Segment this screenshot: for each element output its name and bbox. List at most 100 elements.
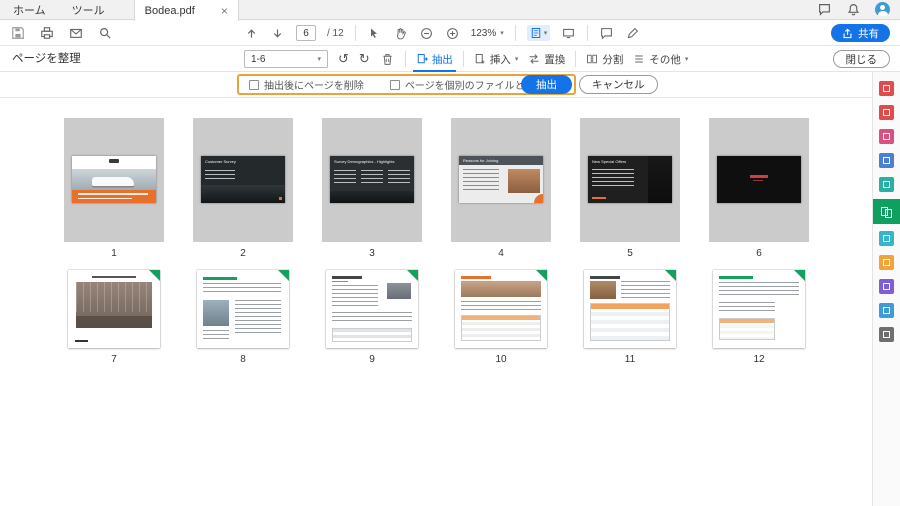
compress-pdf-tool-icon[interactable] — [879, 231, 894, 246]
glyph — [883, 331, 890, 338]
close-tab-icon[interactable]: × — [221, 5, 228, 17]
bell-icon[interactable] — [846, 3, 860, 17]
extract-options-bar: 抽出後にページを削除 ページを個別のファイルとして抽出 抽出 キャンセル — [0, 72, 872, 98]
display-settings-icon[interactable] — [561, 26, 576, 41]
prepare-form-tool-icon[interactable] — [879, 303, 894, 318]
tab-bar: ホーム ツール Bodea.pdf × — [0, 0, 900, 21]
rotate-right-icon[interactable]: ↻ — [359, 52, 370, 67]
select-tool-icon[interactable] — [367, 26, 382, 41]
chevron-down-icon: ▾ — [543, 30, 548, 37]
page-range-select[interactable]: 1-6 ▾ — [244, 50, 328, 68]
replace-icon — [529, 54, 539, 64]
green-corner — [794, 270, 805, 281]
chevron-down-icon: ▾ — [500, 30, 504, 37]
more-tools-menu[interactable]: その他 ▾ — [633, 46, 688, 72]
current-page-input[interactable]: 6 — [296, 25, 316, 41]
create-pdf-tool-icon[interactable] — [879, 105, 894, 120]
page-thumbnail-6[interactable]: 6 — [709, 118, 809, 259]
slide-1-preview — [72, 156, 156, 203]
divider — [404, 51, 406, 67]
print-icon[interactable] — [39, 26, 54, 41]
slide-header-bar: Reasons for Joining — [459, 156, 543, 165]
organize-pages-tool-icon-active[interactable] — [872, 199, 900, 224]
divider — [354, 25, 356, 41]
selection-highlight: New Special Offers — [580, 118, 680, 242]
delete-page-icon[interactable] — [380, 52, 395, 67]
search-icon[interactable] — [97, 26, 112, 41]
mini-table — [719, 318, 775, 340]
document-tab[interactable]: Bodea.pdf × — [133, 0, 239, 21]
page-thumbnail-9[interactable]: 9 — [322, 270, 422, 365]
page-thumbnail-1[interactable]: 1 — [64, 118, 164, 259]
page-number: 11 — [624, 354, 636, 365]
page-number: 12 — [753, 354, 765, 365]
more-tools-icon[interactable] — [879, 327, 894, 342]
glyph — [885, 208, 892, 218]
hand-tool-icon[interactable] — [393, 26, 408, 41]
page-thumbnail-2[interactable]: Customer Survey 2 — [193, 118, 293, 259]
page-12-preview — [713, 270, 805, 348]
page-thumbnail-11[interactable]: 11 — [580, 270, 680, 365]
fill-and-sign-tool-icon[interactable] — [879, 255, 894, 270]
delete-after-option[interactable]: 抽出後にページを削除 — [249, 77, 364, 92]
zoom-out-icon[interactable] — [419, 26, 434, 41]
separate-files-checkbox[interactable] — [389, 79, 400, 90]
combine-files-tool-icon[interactable] — [879, 177, 894, 192]
decor-lines — [461, 301, 541, 311]
more-icon — [635, 55, 644, 63]
slide-photo — [330, 191, 414, 203]
slide-logo — [109, 159, 119, 163]
close-tool-button[interactable]: 閉じる — [832, 50, 890, 68]
page-thumbnail-3[interactable]: Survey Demographics - Highlights 3 — [322, 118, 422, 259]
save-icon[interactable] — [10, 26, 25, 41]
slide-3-preview: Survey Demographics - Highlights — [330, 156, 414, 203]
notifications-comment-icon[interactable] — [817, 3, 831, 17]
tabbar-right-icons — [817, 0, 900, 19]
protect-tool-icon[interactable] — [879, 279, 894, 294]
share-button[interactable]: 共有 — [831, 24, 890, 42]
user-avatar[interactable] — [875, 2, 890, 17]
decor-heading — [203, 277, 237, 280]
glyph — [883, 157, 890, 164]
insert-tool[interactable]: 挿入 ▾ — [474, 46, 518, 72]
decor-title-line — [92, 276, 136, 278]
page-thumbnail-10[interactable]: 10 — [451, 270, 551, 365]
slide-6-preview — [717, 156, 801, 203]
selection-highlight: Survey Demographics - Highlights — [322, 118, 422, 242]
next-page-icon[interactable] — [270, 26, 285, 41]
edit-pdf-tool-icon[interactable] — [879, 129, 894, 144]
comment-bubble-icon[interactable] — [599, 26, 614, 41]
zoom-level-select[interactable]: 123% ▾ — [471, 28, 504, 39]
email-icon[interactable] — [68, 26, 83, 41]
delete-after-checkbox[interactable] — [249, 79, 259, 90]
decor-lines — [388, 170, 410, 185]
tab-home-label: ホーム — [13, 4, 46, 17]
page-thumbnail-4[interactable]: Reasons for Joining 4 — [451, 118, 551, 259]
comment-tool-icon[interactable] — [879, 153, 894, 168]
page-thumbnail-12[interactable]: 12 — [709, 270, 809, 365]
page-thumbnail-5[interactable]: New Special Offers 5 — [580, 118, 680, 259]
extract-confirm-button[interactable]: 抽出 — [521, 75, 572, 94]
zoom-in-icon[interactable] — [445, 26, 460, 41]
page-thumbnail-8[interactable]: 8 — [193, 270, 293, 365]
extract-tool-tab[interactable]: 抽出 — [412, 46, 456, 72]
cancel-button[interactable]: キャンセル — [579, 75, 658, 94]
page-number: 4 — [498, 248, 504, 259]
decor-lines — [463, 169, 499, 191]
mini-table — [332, 328, 412, 342]
decor-photo-band — [76, 316, 152, 328]
selection-highlight — [64, 118, 164, 242]
pencil-icon[interactable] — [625, 26, 640, 41]
page-thumbnail-7[interactable]: 7 — [64, 270, 164, 365]
slide-5-preview: New Special Offers — [588, 156, 672, 203]
replace-tool[interactable]: 置換 — [528, 46, 565, 72]
split-tool[interactable]: 分割 — [586, 46, 623, 72]
page-number: 6 — [756, 248, 762, 259]
tab-tools[interactable]: ツール — [59, 0, 118, 19]
selection-highlight: Customer Survey — [193, 118, 293, 242]
previous-page-icon[interactable] — [244, 26, 259, 41]
tab-home[interactable]: ホーム — [0, 0, 59, 19]
rotate-left-icon[interactable]: ↺ — [338, 52, 349, 67]
export-pdf-tool-icon[interactable] — [879, 81, 894, 96]
page-view-mode-icon[interactable]: ▾ — [526, 25, 551, 41]
